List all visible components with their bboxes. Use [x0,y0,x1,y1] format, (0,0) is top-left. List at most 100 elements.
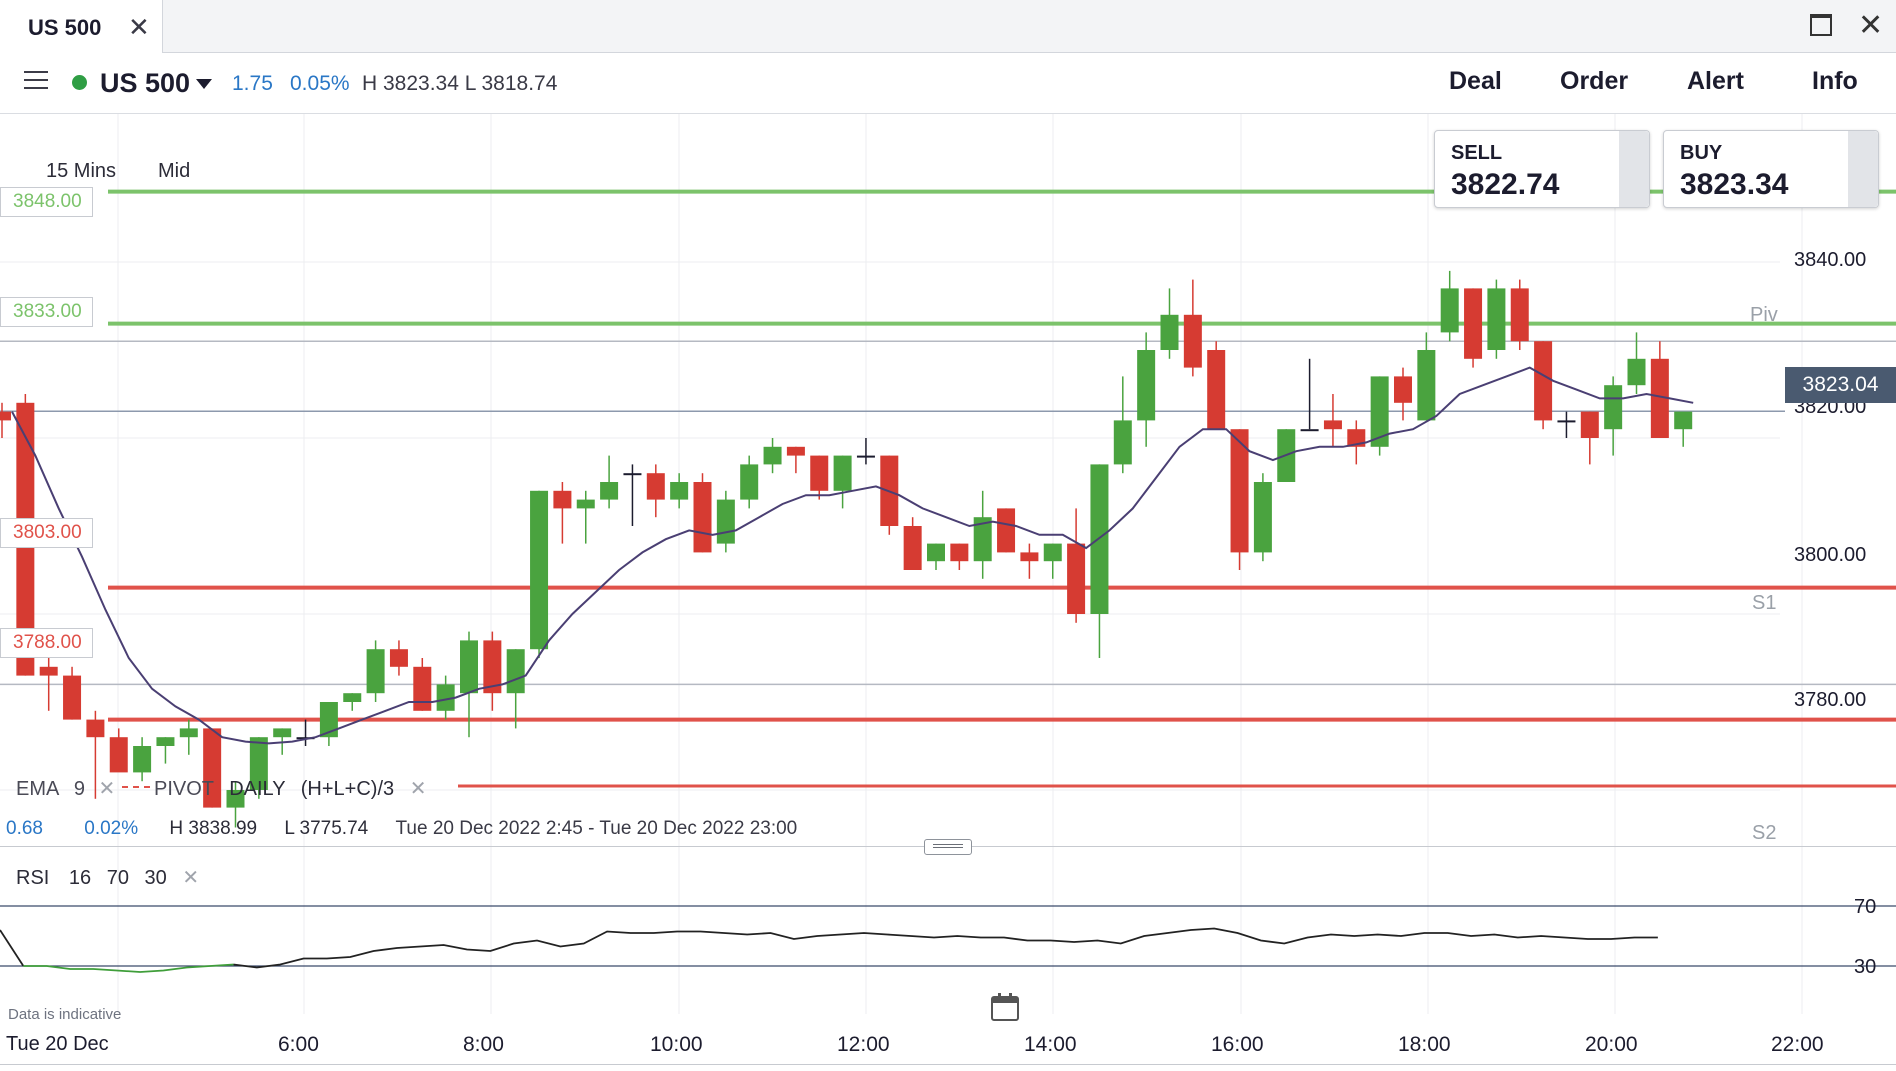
rsi-panel [0,905,1896,973]
candle-body [109,737,128,773]
pivot-legend[interactable]: PIVOT DAILY (H+L+C)/3 ✕ [154,776,426,801]
candle [600,455,619,509]
change-points: 1.75 [232,72,273,95]
candle [997,508,1016,553]
candles [0,270,1693,828]
level-label-green-2[interactable]: 3833.00 [0,297,93,327]
rsi-line [0,929,25,967]
candle [296,719,315,746]
candle [1113,376,1132,474]
time-axis-label: 8:00 [463,1033,504,1056]
candle [1464,288,1483,368]
candle [1370,376,1389,456]
level-label-green-1[interactable]: 3848.00 [0,187,93,217]
ema-period: 9 [73,778,85,800]
buy-ticket[interactable]: BUY 3823.34 [1663,130,1879,208]
candle [856,438,875,465]
sell-ticket[interactable]: SELL 3822.74 [1434,130,1650,208]
candle-body [786,446,805,456]
candle [576,490,595,544]
candle-body [460,640,478,694]
candle [693,473,712,553]
candle-body [366,649,385,694]
tab-us500[interactable]: US 500 ✕ [0,0,163,53]
candle-body [1020,552,1039,562]
pivot-period: DAILY [229,778,286,800]
candle-body [903,526,922,570]
candle [1300,358,1319,432]
resize-handle-icon[interactable] [924,839,972,855]
candle [1020,543,1039,579]
ema-line [11,366,1694,745]
chevron-down-icon[interactable] [196,79,212,89]
candle [1557,411,1576,438]
candle [366,640,385,702]
alert-button[interactable]: Alert [1687,67,1744,96]
candle-body [1557,420,1576,423]
price-type-selector[interactable]: Mid [158,160,190,183]
time-axis-label: 10:00 [650,1033,703,1056]
remove-ema-icon[interactable]: ✕ [99,778,116,800]
axis-date-label: Tue 20 Dec [6,1033,109,1055]
candle [1067,508,1086,623]
buy-label: BUY [1680,142,1723,164]
close-window-icon[interactable]: ✕ [1858,8,1883,43]
candle-body [623,473,642,476]
remove-rsi-icon[interactable]: ✕ [182,867,199,889]
buy-ticket-handle[interactable] [1848,131,1878,207]
candle [1487,279,1506,359]
candle-body [273,728,292,738]
candle-body [1534,341,1553,421]
order-button[interactable]: Order [1560,67,1628,96]
time-axis-label: 16:00 [1211,1033,1264,1056]
interval-selector[interactable]: 15 Mins [46,160,116,183]
candle [880,455,899,535]
time-axis-label: 20:00 [1585,1033,1638,1056]
candle [810,455,829,500]
candle [156,737,175,764]
tab-label: US 500 [28,15,102,40]
data-indicative-note: Data is indicative [8,1006,122,1023]
deal-button[interactable]: Deal [1449,67,1502,96]
remove-pivot-icon[interactable]: ✕ [410,778,427,800]
info-button[interactable]: Info [1812,67,1858,96]
candle-body [600,482,619,500]
candle-body [833,455,852,491]
candle-body [1253,482,1272,553]
instrument-name[interactable]: US 500 [100,68,190,99]
price-chart[interactable] [0,114,1896,1070]
tab-strip [0,0,1896,53]
candle-body [156,737,175,746]
candle-body [1604,385,1623,430]
time-axis-label: 14:00 [1024,1033,1077,1056]
rsi-param: 16 [68,867,92,889]
rsi-legend[interactable]: RSI 16 70 30 ✕ [16,865,199,890]
candle-body [1090,464,1109,614]
level-label-red-1[interactable]: 3803.00 [0,518,93,548]
pivot-label-s2: S2 [1752,822,1777,844]
candle [1510,279,1529,350]
hamburger-menu-icon[interactable] [24,71,48,91]
time-axis-label: 18:00 [1398,1033,1451,1056]
close-icon[interactable]: ✕ [128,12,150,43]
candle [1604,376,1623,456]
calendar-icon[interactable] [990,992,1020,1022]
candle [0,402,11,438]
candle-body [1580,411,1599,438]
ema-legend[interactable]: EMA 9 ✕ [16,776,115,801]
candle-body [997,508,1016,553]
maximize-icon[interactable] [1810,14,1832,36]
candle [1137,332,1156,447]
candle-body [1067,543,1086,614]
candle-body [1043,543,1062,562]
candle [389,640,408,676]
candle [1650,341,1669,438]
pivot-label-piv: Piv [1750,304,1778,326]
candle [740,455,759,509]
rsi-line [233,927,1658,969]
rsi-axis-label: 30 [1854,956,1877,978]
level-label-red-2[interactable]: 3788.00 [0,628,93,658]
sell-ticket-handle[interactable] [1619,131,1649,207]
candle-body [63,675,82,720]
candle [133,737,152,782]
